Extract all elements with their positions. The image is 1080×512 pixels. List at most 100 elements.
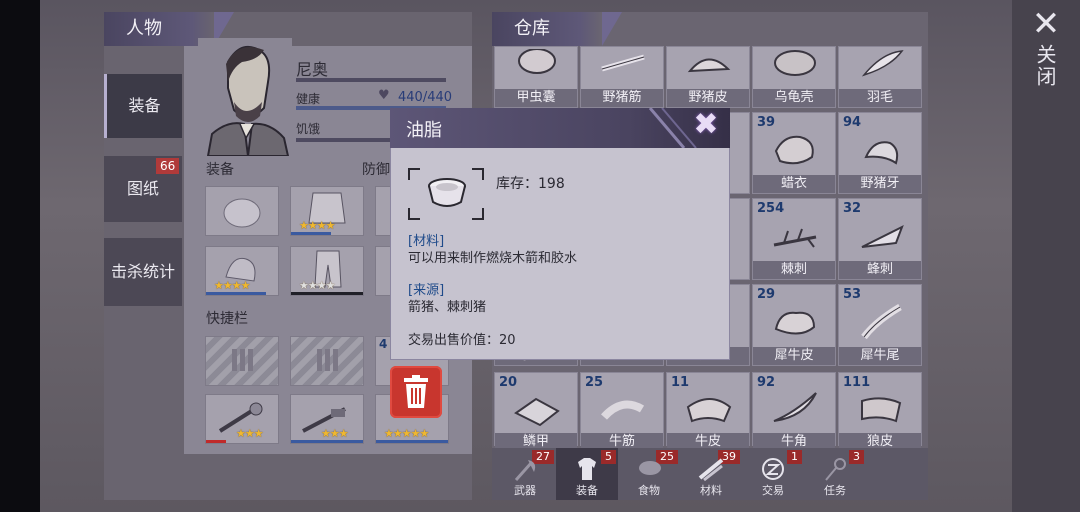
hunger-label: 饥饿 (296, 122, 321, 136)
tab-label: 击杀统计 (110, 262, 175, 281)
tab-label: 材料 (700, 484, 722, 497)
boar-tusk-icon (864, 141, 899, 165)
equip-slot-body[interactable]: ★★★★ (290, 186, 364, 236)
tab-label: 交易 (762, 484, 784, 497)
equip-section-label: 装备 (206, 162, 234, 178)
tab-badge: 3 (849, 450, 864, 464)
rhino-hide-icon (774, 311, 816, 335)
item-name: 野猪筋 (581, 89, 663, 107)
quick-slot-locked[interactable] (205, 336, 279, 386)
item-name: 蜂刺 (839, 261, 921, 279)
quick-slot-weapon-1[interactable]: ★★★ (205, 394, 279, 444)
inventory-cell[interactable]: 20 鳞甲 (494, 372, 578, 451)
durability-bar (291, 232, 331, 235)
material-description: 可以用来制作燃烧木箭和胶水 (408, 251, 578, 266)
inventory-cell[interactable]: 94 野猪牙 (838, 112, 922, 194)
close-icon[interactable]: ✕ (1030, 7, 1062, 41)
inventory-cell[interactable]: 111 狼皮 (838, 372, 922, 451)
durability-bar (376, 440, 448, 443)
inventory-cell[interactable]: 乌龟壳 (752, 46, 836, 108)
inventory-cell[interactable]: 25 牛筋 (580, 372, 664, 451)
tab-label: 图纸 (126, 179, 159, 198)
inventory-cell[interactable]: 羽毛 (838, 46, 922, 108)
defense-label: 防御 (362, 162, 390, 178)
equip-slot-head[interactable] (205, 186, 279, 236)
rating-stars: ★★★★★ (384, 427, 429, 440)
item-name: 甲虫囊 (495, 89, 577, 107)
rhino-tail-icon (861, 303, 902, 340)
tab-trade[interactable]: 1 交易 (742, 448, 804, 500)
close-button-label[interactable]: 关闭 (1033, 44, 1057, 88)
tab-quests[interactable]: 3 任务 (804, 448, 866, 500)
durability-bar (291, 440, 363, 443)
thorn-icon (773, 228, 817, 248)
item-name: 犀牛皮 (753, 347, 835, 365)
inventory-cell[interactable]: 野猪皮 (666, 46, 750, 108)
tab-weapons[interactable]: 27 武器 (494, 448, 556, 500)
item-name: 羽毛 (839, 89, 921, 107)
durability-bar (206, 440, 226, 443)
wolf-hide-icon (861, 397, 902, 423)
inventory-cell[interactable]: 254 棘刺 (752, 198, 836, 280)
name-underline (296, 78, 446, 82)
tab-label: 装备 (128, 96, 161, 115)
item-name: 野猪牙 (839, 175, 921, 193)
scale-armor-icon (514, 397, 560, 427)
inventory-cell[interactable]: 野猪筋 (580, 46, 664, 108)
quickbar-label: 快捷栏 (206, 311, 248, 327)
tab-equipment[interactable]: 装备 (104, 74, 182, 138)
cow-tendon-icon (601, 400, 645, 420)
item-count: 4 (379, 337, 388, 351)
hide-icon (687, 58, 731, 73)
warehouse-title: 仓库 (492, 12, 622, 46)
tab-label: 食物 (638, 484, 660, 497)
durability-bar (291, 292, 363, 295)
close-icon[interactable]: ✖ (688, 110, 724, 140)
cow-hide-icon (686, 398, 732, 423)
feather-icon (861, 50, 904, 77)
trash-icon (404, 375, 428, 408)
inventory-cell[interactable]: 92 牛角 (752, 372, 836, 451)
trash-button[interactable] (390, 366, 442, 418)
inventory-cell[interactable]: 11 牛皮 (666, 372, 750, 451)
source-description: 箭猪、棘刺猪 (408, 300, 487, 315)
meat-icon (639, 461, 661, 475)
inventory-cell[interactable]: 29 犀牛皮 (752, 284, 836, 366)
tab-badge: 5 (601, 450, 616, 464)
horn-icon (773, 392, 817, 422)
inventory-cell[interactable]: 32 蜂刺 (838, 198, 922, 280)
helmet-icon (223, 198, 261, 228)
tab-equipment[interactable]: 5 装备 (556, 448, 618, 500)
tab-label: 装备 (576, 484, 598, 497)
inventory-cell[interactable]: 甲虫囊 (494, 46, 578, 108)
coin-icon (762, 458, 784, 480)
quick-slot-weapon-2[interactable]: ★★★ (290, 394, 364, 444)
sell-value: 交易出售价值：20 (408, 333, 516, 348)
equip-slot-legs[interactable]: ★★★★ (290, 246, 364, 296)
ammo-icon (317, 349, 338, 371)
shirt-icon (578, 458, 596, 480)
wax-icon (774, 135, 814, 165)
key-icon (825, 458, 846, 481)
inventory-cell[interactable]: 39 蜡衣 (752, 112, 836, 194)
tab-kill-stats[interactable]: 击杀统计 (104, 238, 182, 306)
dialog-title: 油脂 (406, 120, 442, 141)
tab-food[interactable]: 25 食物 (618, 448, 680, 500)
item-name: 野猪皮 (667, 89, 749, 107)
quick-slot-locked[interactable] (290, 336, 364, 386)
tab-materials[interactable]: 39 材料 (680, 448, 742, 500)
blueprints-badge: 66 (156, 158, 180, 174)
health-value: 440/440 (398, 90, 453, 105)
item-name: 乌龟壳 (753, 89, 835, 107)
equip-slot-hands[interactable]: ★★★★ (205, 246, 279, 296)
tendon-icon (601, 54, 645, 72)
rating-stars: ★★★★ (214, 279, 250, 292)
category-tabs: 27 武器 5 装备 25 食物 39 材料 1 交易 3 任务 (492, 448, 928, 500)
item-name: 棘刺 (753, 261, 835, 279)
turtle-shell-icon (774, 50, 816, 76)
item-name: 蜡衣 (753, 175, 835, 193)
inventory-cell[interactable]: 53 犀牛尾 (838, 284, 922, 366)
materials-icon (698, 458, 724, 482)
tab-badge: 1 (787, 450, 802, 464)
rating-stars: ★★★ (236, 427, 264, 440)
